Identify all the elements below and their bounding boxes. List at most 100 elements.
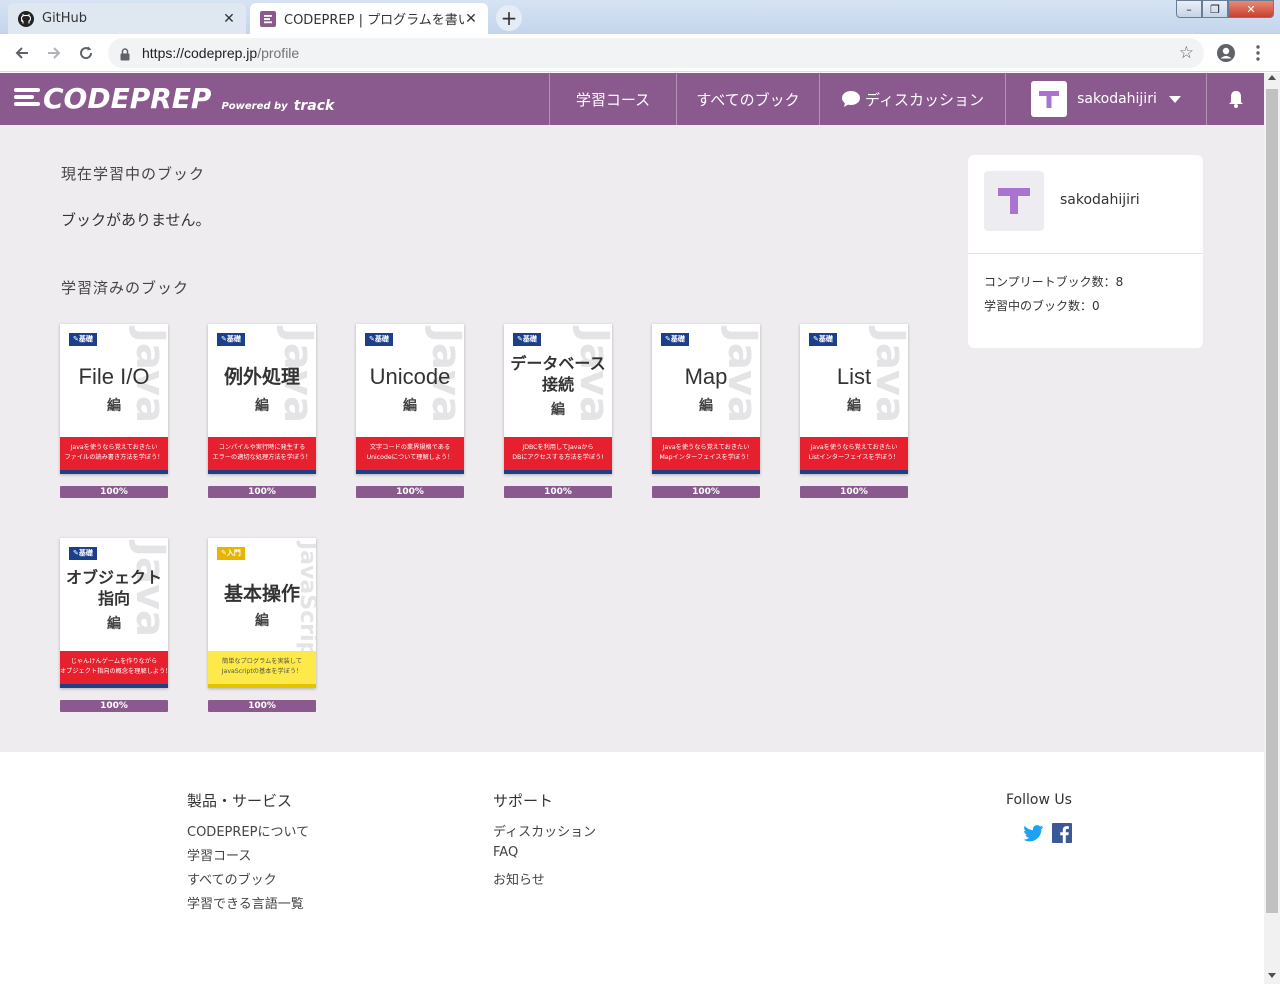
- progress-bar: 100%: [208, 700, 316, 712]
- book-description-line: JDBCを利用してJavaから: [522, 444, 594, 451]
- book-card-oop[interactable]: Java ✎基礎 オブジェクト 指向 編 じゃんけんゲームを作りながら オブジェクト…: [60, 538, 168, 712]
- book-title: List: [836, 364, 872, 389]
- level-badge: ✎基礎: [365, 333, 393, 346]
- book-title: オブジェクト 指向: [60, 568, 168, 610]
- close-tab-icon[interactable]: ✕: [222, 11, 236, 27]
- book-description-line: コンパイルや実行時に発生する: [218, 444, 306, 451]
- level-badge-label: 基礎: [78, 549, 93, 557]
- book-title-line: 指向: [97, 591, 130, 608]
- level-badge: ✎基礎: [217, 333, 245, 346]
- profile-card: sakodahijiri コンプリートブック数：8 学習中のブック数：0: [968, 155, 1203, 348]
- level-badge: ✎基礎: [661, 333, 689, 346]
- level-badge-label: 基礎: [670, 335, 685, 343]
- nav-courses[interactable]: 学習コース: [549, 73, 676, 125]
- level-badge-label: 入門: [226, 549, 241, 557]
- maximize-button[interactable]: ❐: [1202, 0, 1228, 18]
- cover-bottom-bar: [208, 470, 316, 474]
- facebook-icon[interactable]: [1052, 823, 1072, 843]
- book-hen: 編: [255, 398, 269, 414]
- current-books-title: 現在学習中のブック: [61, 165, 206, 183]
- book-description: Javaを使うなら覚えておきたい Mapインターフェイスを学ぼう！: [652, 437, 760, 470]
- cover-bottom-bar: [60, 470, 168, 474]
- book-description-line: Javaを使うなら覚えておきたい: [810, 444, 898, 451]
- forward-arrow-icon[interactable]: [42, 41, 66, 65]
- book-card-list[interactable]: Java ✎基礎 List 編 Javaを使うなら覚えておきたい Listインター…: [800, 324, 908, 498]
- book-cover: Java ✎基礎 例外処理 編 コンパイルや実行時に発生する エラーの適切な処理方…: [208, 324, 316, 474]
- book-description-line: DBにアクセスする方法を学ぼう!: [512, 454, 604, 461]
- footer-link-discussion[interactable]: ディスカッション: [493, 821, 596, 840]
- footer-support-title: サポート: [493, 792, 554, 810]
- book-card-js-basics[interactable]: JavaScript ✎入門 基本操作 編 簡単なプログラムを実装して JavaS…: [208, 538, 316, 712]
- book-hen: 編: [107, 398, 121, 414]
- scroll-thumb[interactable]: [1266, 89, 1278, 913]
- tab-codeprep[interactable]: CODEPREP | プログラムを書いて ✕: [250, 3, 488, 34]
- user-menu[interactable]: sakodahijiri: [1005, 73, 1206, 125]
- powered-by-text: Powered by: [221, 101, 288, 112]
- address-bar[interactable]: https://codeprep.jp/profile ☆: [108, 38, 1204, 68]
- twitter-icon[interactable]: [1022, 823, 1044, 843]
- progress-bar: 100%: [504, 486, 612, 498]
- close-window-button[interactable]: ✕: [1228, 0, 1274, 18]
- book-description: Javaを使うなら覚えておきたい Listインターフェイスを学ぼう！: [800, 437, 908, 470]
- bell-icon[interactable]: [1206, 73, 1264, 125]
- book-hen: 編: [551, 402, 565, 418]
- url-host: https://codeprep.jp: [142, 45, 258, 61]
- nav-all-books[interactable]: すべてのブック: [676, 73, 819, 125]
- back-arrow-icon[interactable]: [10, 41, 34, 65]
- scroll-up-icon[interactable]: [1268, 75, 1276, 80]
- completed-books-title: 学習済みのブック: [61, 279, 190, 297]
- book-hen: 編: [107, 616, 121, 632]
- footer-link-languages[interactable]: 学習できる言語一覧: [187, 893, 304, 912]
- profile-username: sakodahijiri: [1060, 192, 1140, 208]
- footer-link-books[interactable]: すべてのブック: [187, 869, 277, 888]
- book-title-line: データベース: [510, 356, 606, 373]
- page-scrollbar[interactable]: [1264, 73, 1280, 984]
- speech-bubble-icon: [841, 90, 861, 108]
- book-description-line: Unicodeについて理解しよう！: [366, 454, 454, 461]
- minimize-button[interactable]: –: [1176, 0, 1202, 18]
- book-title: Unicode: [369, 364, 451, 389]
- reload-icon[interactable]: [74, 41, 98, 65]
- progress-bar: 100%: [800, 486, 908, 498]
- follow-us-title: Follow Us: [1006, 792, 1072, 808]
- book-description-line: Listインターフェイスを学ぼう！: [808, 454, 900, 461]
- book-title-line: 接続: [541, 377, 574, 394]
- scroll-down-icon[interactable]: [1268, 973, 1276, 978]
- footer-link-courses[interactable]: 学習コース: [187, 845, 251, 864]
- footer-link-about[interactable]: CODEPREPについて: [187, 821, 309, 840]
- chevron-down-icon: [1168, 95, 1181, 103]
- progress-bar: 100%: [356, 486, 464, 498]
- footer-link-faq[interactable]: FAQ: [493, 845, 518, 860]
- nav-discussion-label: ディスカッション: [865, 90, 984, 109]
- book-description: 簡単なプログラムを実装して JavaScriptの基本を学ぼう！: [208, 651, 316, 684]
- account-icon[interactable]: [1214, 41, 1238, 65]
- close-tab-icon[interactable]: ✕: [464, 11, 478, 27]
- book-cover: Java ✎基礎 オブジェクト 指向 編 じゃんけんゲームを作りながら オブジェクト…: [60, 538, 168, 688]
- new-tab-button[interactable]: +: [496, 5, 522, 31]
- no-books-message: ブックがありません。: [61, 211, 211, 229]
- book-card-exception[interactable]: Java ✎基礎 例外処理 編 コンパイルや実行時に発生する エラーの適切な処理方…: [208, 324, 316, 498]
- menu-dots-icon[interactable]: [1246, 41, 1270, 65]
- codeprep-favicon: [260, 10, 276, 27]
- progress-bar: 100%: [208, 486, 316, 498]
- main-content: 現在学習中のブック ブックがありません。 学習済みのブック Java ✎基礎 F…: [0, 125, 1264, 752]
- cover-bottom-bar: [504, 470, 612, 474]
- avatar: [984, 171, 1044, 231]
- star-icon[interactable]: ☆: [1179, 43, 1194, 63]
- nav-discussion[interactable]: ディスカッション: [819, 73, 1005, 125]
- book-description-line: エラーの適切な処理方法を学ぼう！: [212, 454, 312, 461]
- level-badge: ✎基礎: [513, 333, 541, 346]
- footer-products-title: 製品・サービス: [187, 792, 293, 810]
- cover-bottom-bar: [60, 684, 168, 688]
- tab-github[interactable]: GitHub ✕: [8, 3, 246, 34]
- book-card-unicode[interactable]: Java ✎基礎 Unicode 編 文字コードの業界規格である Unicodeに…: [356, 324, 464, 498]
- footer: 製品・サービス CODEPREPについて 学習コース すべてのブック 学習できる…: [0, 752, 1264, 984]
- book-cover: JavaScript ✎入門 基本操作 編 簡単なプログラムを実装して JavaS…: [208, 538, 316, 688]
- book-title: 例外処理: [223, 366, 300, 388]
- footer-link-news[interactable]: お知らせ: [493, 869, 545, 888]
- level-badge-label: 基礎: [374, 335, 389, 343]
- book-card-database[interactable]: Java ✎基礎 データベース 接続 編 JDBCを利用してJavaから DBにアク…: [504, 324, 612, 498]
- book-card-map[interactable]: Java ✎基礎 Map 編 Javaを使うなら覚えておきたい Mapインターフェ…: [652, 324, 760, 498]
- book-card-file-io[interactable]: Java ✎基礎 File I/O 編 Javaを使うなら覚えておきたい ファイル…: [60, 324, 168, 498]
- codeprep-logo[interactable]: CODEPREP Powered by track: [14, 83, 334, 115]
